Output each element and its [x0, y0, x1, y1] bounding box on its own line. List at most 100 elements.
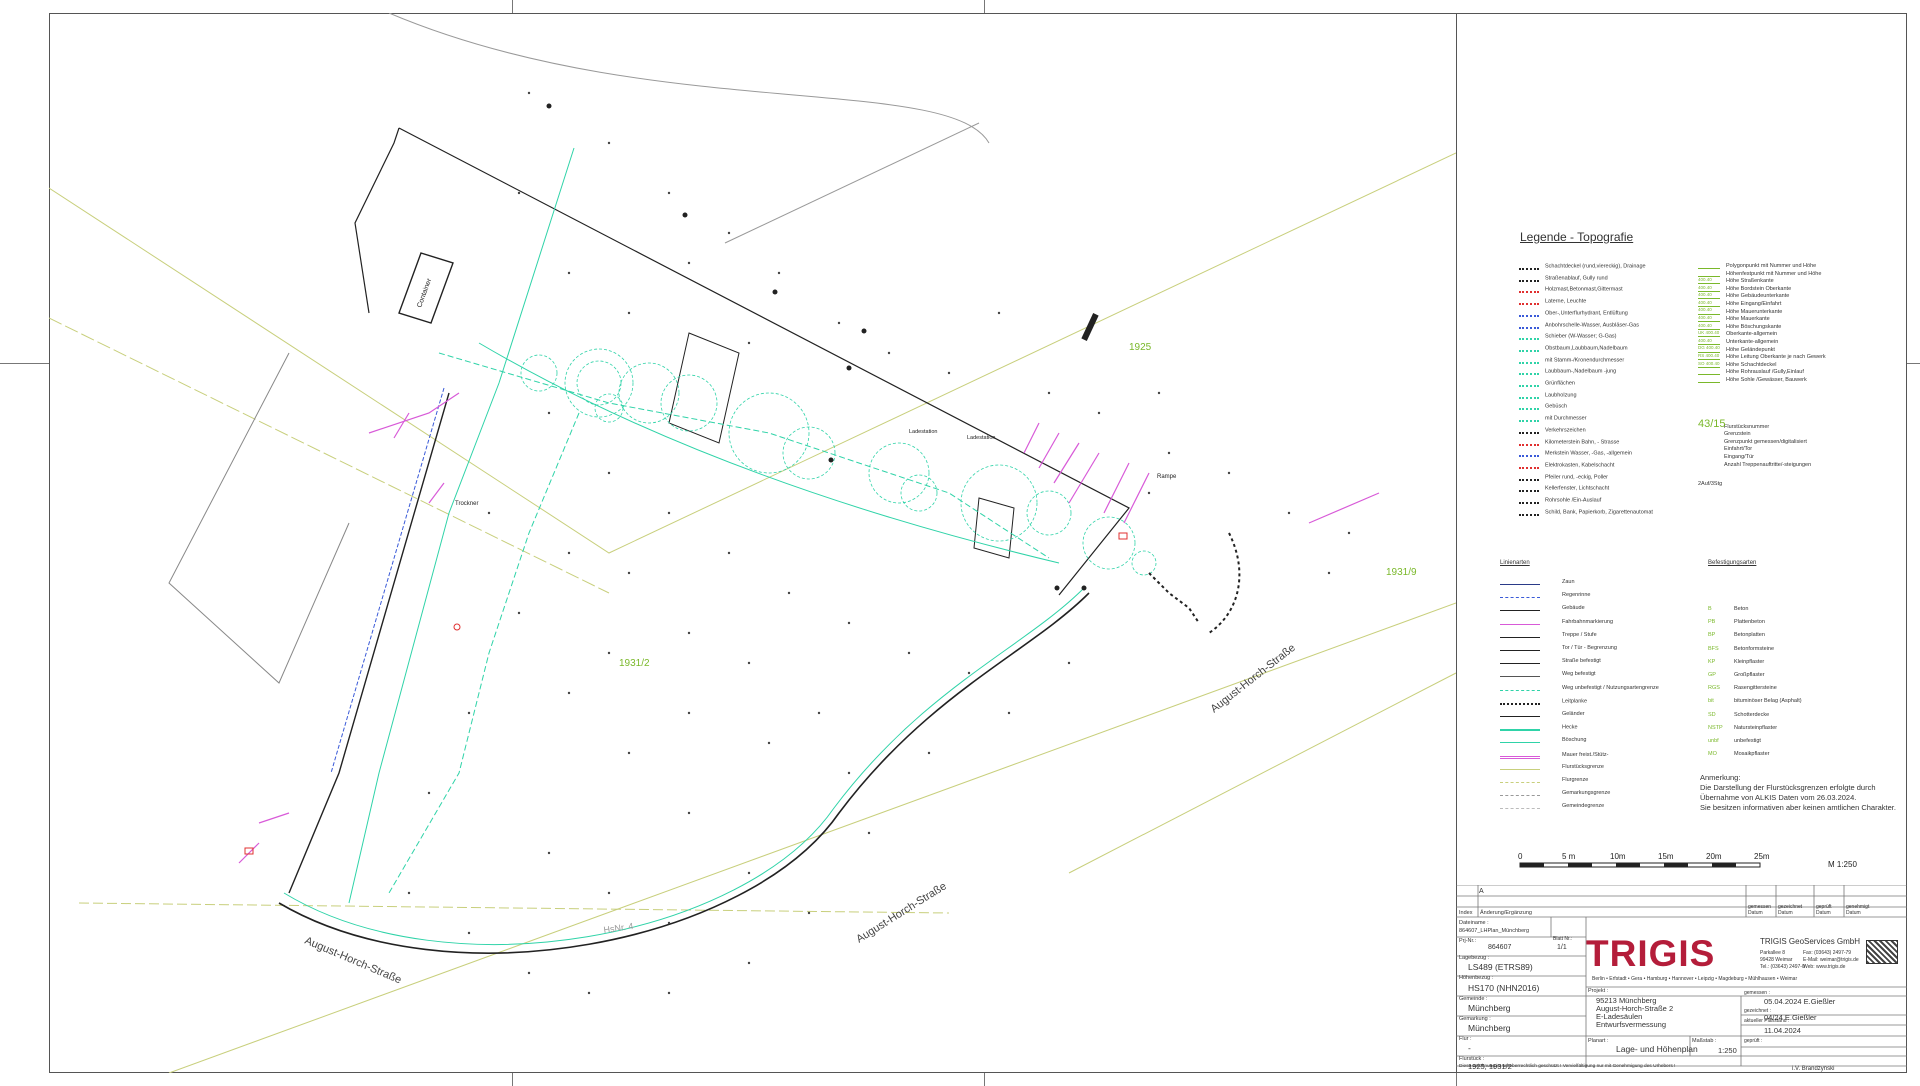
legend-left-item-4-label: Ober-,Unterflurhydrant, Entlüftung	[1545, 310, 1628, 317]
legend-sample-value-8: 400.40	[1698, 337, 1712, 343]
sheet-label: Blatt Nr.:	[1553, 936, 1573, 942]
legend-line-type-6-label: Straße befestigt	[1562, 658, 1601, 665]
legend-line-type-16: Gemarkungsgrenze	[1500, 789, 1611, 797]
legend-surface-8: SD Schotterdecke	[1708, 712, 1769, 718]
legend-line-type-14-symbol	[1500, 763, 1540, 770]
projekt-line-4: Entwurfsvermessung	[1596, 1020, 1667, 1029]
legend-line-type-2: Gebäude	[1500, 604, 1585, 612]
scale-tick-10: 10m	[1610, 852, 1626, 861]
legend-line-type-6: Straße befestigt	[1500, 657, 1601, 665]
sheet-mark-bottom-3	[1456, 1073, 1457, 1086]
legend-sample-value-6: 400.40	[1698, 322, 1712, 328]
legend-left-item-20-label: Rohrsohle /Ein-Auslauf	[1545, 497, 1602, 504]
legend-right-item-21: Anzahl Treppenauftritte/-steigungen	[1724, 462, 1811, 468]
sheet-mark-top-2	[984, 0, 985, 13]
legend-surface-11-label: Mosaikpflaster	[1734, 751, 1770, 758]
legend-surface-0: B Beton	[1708, 606, 1748, 612]
scale-bar: 0 5 m 10m 15m 20m 25m M 1:250	[1518, 850, 1858, 877]
road-markings	[238, 392, 1380, 864]
legend-right-item-11-label: Höhe Geländepunkt	[1726, 346, 1775, 353]
legend-right-item-13-label: Höhe Schachtdeckel	[1726, 361, 1777, 368]
legend-line-type-16-symbol	[1500, 789, 1540, 797]
parcel-boundary-2	[49, 317, 610, 594]
scale-tick-20: 20m	[1706, 852, 1722, 861]
legend-sample-value-7: UK 400.40	[1698, 330, 1720, 336]
fence-line-1	[348, 147, 575, 904]
legend-left-item-5: Anbohrschelle-Wasser, Ausbläser-Gas	[1519, 321, 1639, 329]
legend-left-item-18-label: Pfeiler rund, -eckig, Poller	[1545, 474, 1608, 481]
legend-right-item-18: Grenzpunkt gemessen/digitalisiert	[1724, 439, 1807, 445]
contact-web: Web: www.trigis.de	[1803, 964, 1846, 970]
legend-right-item-15: Höhe Sohle /Gewässer, Bauwerk	[1698, 376, 1807, 383]
legend-right-item-10-label: Unterkante-allgemein	[1726, 338, 1779, 345]
legend-sample-value-0: 400.40	[1698, 277, 1712, 282]
hoehe-value: HS170 (NHN2016)	[1468, 983, 1540, 993]
legend-line-type-10-symbol	[1500, 710, 1540, 717]
legend-right-item-15-label: Höhe Sohle /Gewässer, Bauwerk	[1726, 376, 1807, 383]
legend-right-item-0-symbol	[1698, 262, 1720, 269]
note-line-3: Sie besitzen informativen aber keinen am…	[1700, 803, 1896, 812]
legend-left-item-21: Schild, Bank, Papierkorb, Zigarettenauto…	[1519, 508, 1653, 516]
legend-left-item-17: Elektrokasten, Kabelschacht	[1519, 461, 1614, 469]
legend-stairs-sample: 2Auf/3Stg	[1698, 481, 1723, 487]
legend-left-item-11: Laubholzung	[1519, 391, 1577, 399]
legend-left-item-0: Schachtdeckel (rund,viereckig), Drainage	[1519, 262, 1646, 270]
massstab-value: 1:250	[1718, 1046, 1737, 1055]
sheet-mark-right	[1907, 363, 1920, 364]
legend-left-item-17-symbol	[1519, 461, 1539, 469]
legend-right-item-1-label: Höhenfestpunkt mit Nummer und Höhe	[1726, 270, 1822, 277]
legend-line-type-16-label: Gemarkungsgrenze	[1562, 790, 1611, 797]
legend-surface-9: NSTP Natursteinpflaster	[1708, 725, 1777, 731]
street-label-right: August-Horch-Straße	[1208, 642, 1297, 715]
geprueft-label: geprüft :	[1744, 1038, 1763, 1044]
legend-right-item-5-label: Höhe Eingang/Einfahrt	[1726, 300, 1782, 307]
legend-right-item-1-symbol	[1698, 270, 1720, 277]
parcel-label-1931-2: 1931/2	[619, 658, 650, 669]
legend-right-item-0-label: Polygonpunkt mit Nummer und Höhe	[1726, 262, 1817, 269]
legend-sample-value-10: RS 400.40	[1698, 353, 1720, 358]
legend-surface-3-label: Betonformsteine	[1734, 645, 1775, 652]
legend-line-type-9: Leitplanke	[1500, 697, 1587, 705]
legend-left-item-14-symbol	[1519, 426, 1539, 434]
legend-line-type-17: Gemeindegrenze	[1500, 802, 1604, 810]
legend-left-item-2-symbol	[1519, 285, 1539, 294]
scale-tick-5: 5 m	[1562, 852, 1576, 861]
legend-line-type-12: Böschung	[1500, 736, 1587, 744]
legend-surface-2: BP Betonplatten	[1708, 632, 1765, 638]
sheet-mark-bottom-2	[984, 1073, 985, 1086]
legend-line-type-5-label: Tor / Tür - Begrenzung	[1562, 644, 1617, 651]
aktuell-value: 11.04.2024	[1764, 1026, 1801, 1035]
legend-surface-6: RGS Rasengittersteine	[1708, 685, 1777, 691]
legend-line-type-1: Regenrinne	[1500, 591, 1590, 599]
legend-left-item-15: Kilometerstein Bahn, - Strasse	[1519, 438, 1619, 446]
site-plan-map[interactable]: 1925 1931/2 1931/9 HsNr. 4 August-Horch-…	[49, 13, 1456, 1073]
legend-line-type-12-label: Böschung	[1562, 737, 1587, 744]
legend-surface-8-code: SD	[1708, 711, 1716, 718]
legend-line-type-8-symbol	[1500, 684, 1540, 691]
parcel-boundary-1	[49, 152, 1456, 554]
legend-line-type-4-symbol	[1500, 631, 1540, 638]
legend-line-type-4: Treppe / Stufe	[1500, 631, 1597, 638]
legend-line-type-13-label: Mauer freist./Stütz-	[1562, 751, 1609, 758]
gemessen-label: gemessen :	[1744, 990, 1770, 996]
legend-right-item-0: Polygonpunkt mit Nummer und Höhe	[1698, 262, 1816, 269]
dryer-label: Trockner	[455, 501, 478, 507]
legend-left-item-1-label: Straßenablauf, Gully rund	[1545, 275, 1608, 282]
line-types-title: Linienarten	[1500, 560, 1530, 566]
legend-line-type-7-symbol	[1500, 670, 1540, 678]
address-line-1: Parkallee 8	[1760, 950, 1786, 956]
legend-left-item-1-symbol	[1519, 274, 1539, 282]
col-checked-date: Datum	[1816, 910, 1831, 916]
legend-surface-7-code: bit	[1708, 698, 1714, 705]
legend-surface-6-code: RGS	[1708, 685, 1720, 692]
legend-sample-value-4: 400.40	[1698, 307, 1712, 313]
company-address: Parkallee 8 99428 Weimar Tel.: (03643) 2…	[1760, 950, 1805, 971]
parcel-label-1925: 1925	[1129, 342, 1152, 353]
legend-left-item-9-label: Laubbaum-,Nadelbaum -jung	[1545, 368, 1617, 375]
legend-right-item-20: Eingang/Tür	[1724, 454, 1754, 460]
legend-surface-4: KP Kleinpflaster	[1708, 659, 1764, 665]
massstab-label: Maßstab :	[1692, 1038, 1717, 1044]
street-label-bottom-left: August-Horch-Straße	[303, 935, 403, 987]
legend-left-item-10-label: Grünflächen	[1545, 380, 1575, 387]
legend-left-item-7: Obstbaum,Laubbaum,Nadelbaum	[1519, 344, 1628, 352]
